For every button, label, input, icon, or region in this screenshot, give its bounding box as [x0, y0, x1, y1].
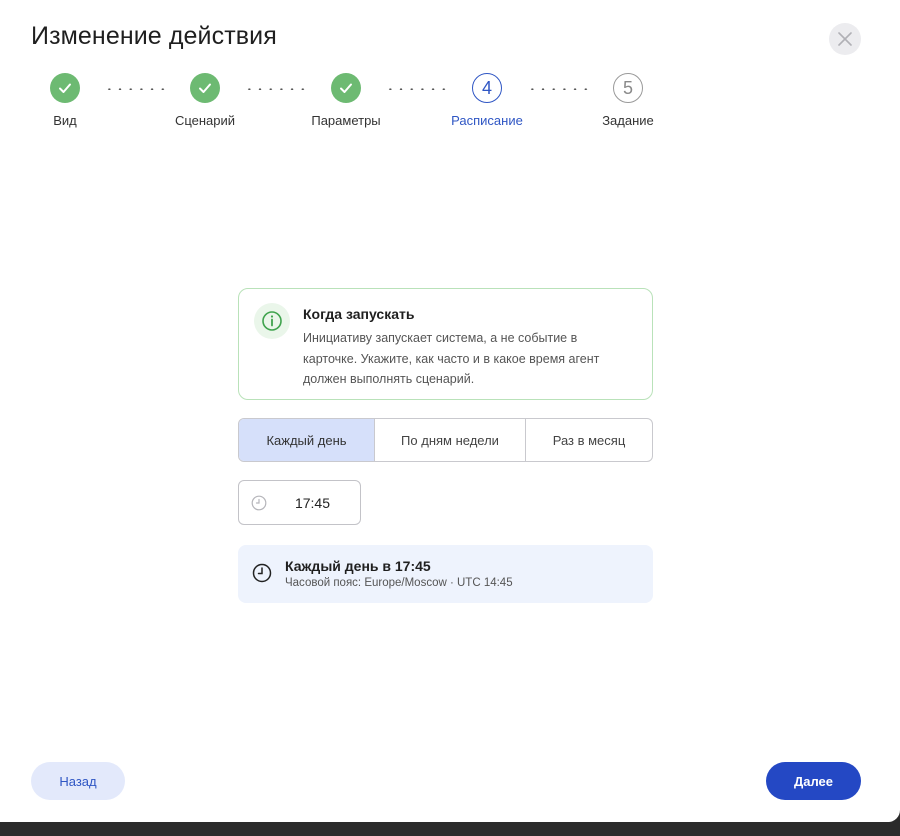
step-label: Вид: [53, 113, 77, 128]
time-input[interactable]: 17:45: [238, 480, 361, 525]
frequency-option-monthly[interactable]: Раз в месяц: [525, 419, 652, 461]
step-vid[interactable]: Вид: [5, 73, 125, 128]
frequency-selector: Каждый день По дням недели Раз в месяц: [238, 418, 653, 462]
step-done-circle: [331, 73, 361, 103]
step-scenario[interactable]: Сценарий: [145, 73, 265, 128]
step-schedule[interactable]: 4 Расписание: [427, 73, 547, 128]
info-callout: Когда запускать Инициативу запускает сис…: [238, 288, 653, 400]
stepper: Вид Сценарий Параметры 4 Расписание 5 За…: [0, 73, 700, 133]
time-value: 17:45: [294, 495, 331, 511]
close-icon: [838, 32, 852, 46]
dialog-title: Изменение действия: [31, 22, 277, 50]
check-icon: [340, 83, 352, 93]
step-parameters[interactable]: Параметры: [286, 73, 406, 128]
step-number: 4: [472, 73, 502, 103]
summary-title: Каждый день в 17:45: [285, 558, 431, 574]
step-label: Задание: [602, 113, 654, 128]
next-button[interactable]: Далее: [766, 762, 861, 800]
clock-icon: [251, 495, 267, 511]
check-icon: [59, 83, 71, 93]
clock-icon: [252, 563, 272, 583]
schedule-summary: Каждый день в 17:45 Часовой пояс: Europe…: [238, 545, 653, 603]
step-label: Сценарий: [174, 113, 236, 128]
step-done-circle: [190, 73, 220, 103]
info-icon: [262, 311, 282, 331]
edit-action-dialog: Изменение действия Вид Сценарий Параметр…: [0, 0, 900, 822]
info-text: Инициативу запускает система, а не событ…: [303, 331, 600, 386]
info-icon-badge: [254, 303, 290, 339]
frequency-option-weekdays[interactable]: По дням недели: [374, 419, 525, 461]
step-label: Расписание: [451, 113, 523, 128]
info-title: Когда запускать: [303, 306, 415, 322]
step-task[interactable]: 5 Задание: [568, 73, 688, 128]
frequency-option-daily[interactable]: Каждый день: [239, 419, 374, 461]
close-button[interactable]: [829, 23, 861, 55]
step-done-circle: [50, 73, 80, 103]
back-button[interactable]: Назад: [31, 762, 125, 800]
summary-timezone: Часовой пояс: Europe/Moscow · UTC 14:45: [285, 577, 513, 589]
step-number: 5: [613, 73, 643, 103]
check-icon: [199, 83, 211, 93]
step-label: Параметры: [311, 113, 381, 128]
